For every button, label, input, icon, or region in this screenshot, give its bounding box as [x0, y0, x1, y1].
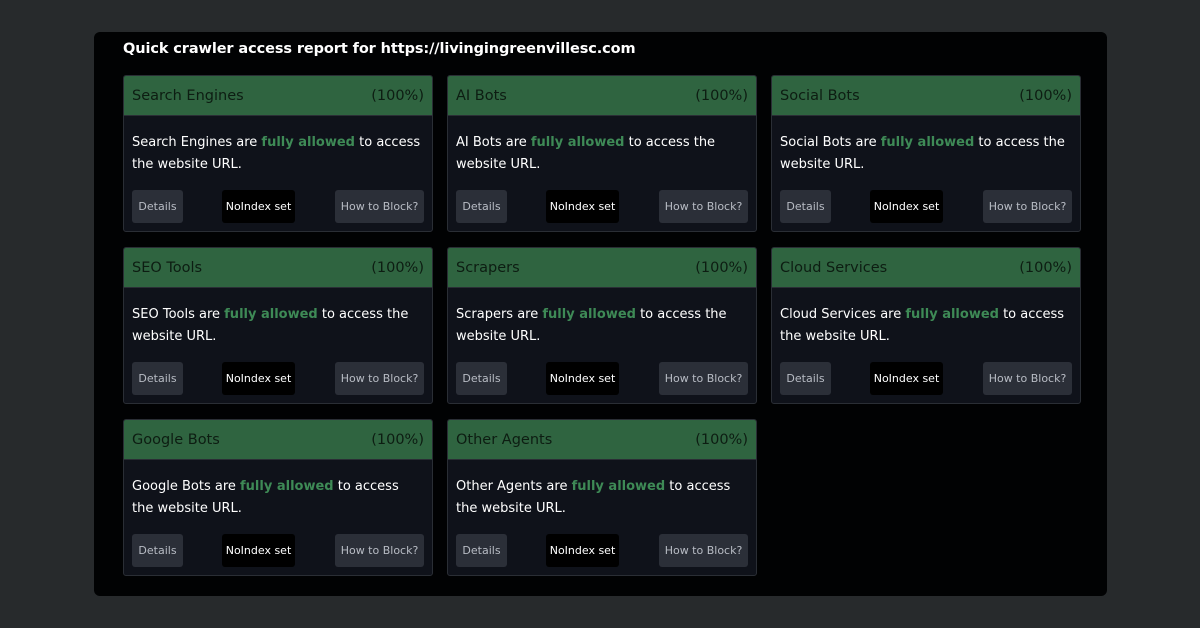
card-text-before: Scrapers are	[456, 307, 543, 322]
card-category-name: Cloud Services	[780, 259, 888, 276]
noindex-button[interactable]: NoIndex set	[870, 190, 943, 223]
how-to-block-button[interactable]: How to Block?	[335, 534, 424, 567]
noindex-button[interactable]: NoIndex set	[222, 362, 295, 395]
how-to-block-button[interactable]: How to Block?	[659, 362, 748, 395]
card-description: AI Bots are fully allowed to access the …	[448, 116, 756, 194]
crawler-card: Scrapers (100%) Scrapers are fully allow…	[447, 247, 757, 404]
crawler-card: Social Bots (100%) Social Bots are fully…	[771, 75, 1081, 232]
card-text-before: Social Bots are	[780, 135, 881, 150]
crawler-card: SEO Tools (100%) SEO Tools are fully all…	[123, 247, 433, 404]
how-to-block-button[interactable]: How to Block?	[983, 362, 1072, 395]
card-status-highlight: fully allowed	[542, 307, 636, 322]
card-header: SEO Tools (100%)	[124, 248, 432, 288]
card-header: Other Agents (100%)	[448, 420, 756, 460]
how-to-block-button[interactable]: How to Block?	[335, 362, 424, 395]
how-to-block-button[interactable]: How to Block?	[659, 534, 748, 567]
card-description: Other Agents are fully allowed to access…	[448, 460, 756, 538]
details-button[interactable]: Details	[132, 534, 183, 567]
details-button[interactable]: Details	[132, 362, 183, 395]
card-percent: (100%)	[695, 259, 748, 276]
card-actions: Details NoIndex set How to Block?	[456, 190, 748, 223]
card-actions: Details NoIndex set How to Block?	[132, 190, 424, 223]
card-text-before: Google Bots are	[132, 479, 241, 494]
card-description: Social Bots are fully allowed to access …	[772, 116, 1080, 194]
how-to-block-button[interactable]: How to Block?	[659, 190, 748, 223]
card-text-before: SEO Tools are	[132, 307, 225, 322]
report-title: Quick crawler access report for https://…	[123, 41, 636, 57]
card-actions: Details NoIndex set How to Block?	[780, 362, 1072, 395]
crawler-card: Cloud Services (100%) Cloud Services are…	[771, 247, 1081, 404]
crawler-card: AI Bots (100%) AI Bots are fully allowed…	[447, 75, 757, 232]
how-to-block-button[interactable]: How to Block?	[335, 190, 424, 223]
details-button[interactable]: Details	[132, 190, 183, 223]
card-actions: Details NoIndex set How to Block?	[456, 534, 748, 567]
details-button[interactable]: Details	[456, 190, 507, 223]
card-status-highlight: fully allowed	[905, 307, 999, 322]
noindex-button[interactable]: NoIndex set	[870, 362, 943, 395]
card-description: Scrapers are fully allowed to access the…	[448, 288, 756, 366]
details-button[interactable]: Details	[780, 362, 831, 395]
noindex-button[interactable]: NoIndex set	[222, 190, 295, 223]
card-category-name: Other Agents	[456, 431, 553, 448]
card-description: Cloud Services are fully allowed to acce…	[772, 288, 1080, 366]
card-status-highlight: fully allowed	[530, 135, 625, 150]
crawler-card: Search Engines (100%) Search Engines are…	[123, 75, 433, 232]
crawler-card-grid: Search Engines (100%) Search Engines are…	[123, 75, 1081, 576]
card-percent: (100%)	[695, 87, 748, 104]
card-text-before: Cloud Services are	[780, 307, 906, 322]
card-category-name: Google Bots	[132, 431, 220, 448]
card-status-highlight: fully allowed	[224, 307, 318, 322]
card-text-before: AI Bots are	[456, 135, 531, 150]
card-category-name: Scrapers	[456, 259, 520, 276]
card-header: Google Bots (100%)	[124, 420, 432, 460]
card-category-name: AI Bots	[456, 87, 507, 104]
card-actions: Details NoIndex set How to Block?	[456, 362, 748, 395]
card-text-before: Other Agents are	[456, 479, 572, 494]
card-status-highlight: fully allowed	[571, 479, 666, 494]
card-status-highlight: fully allowed	[261, 135, 355, 150]
card-percent: (100%)	[371, 431, 424, 448]
card-description: SEO Tools are fully allowed to access th…	[124, 288, 432, 366]
details-button[interactable]: Details	[456, 534, 507, 567]
card-header: Social Bots (100%)	[772, 76, 1080, 116]
card-header: Scrapers (100%)	[448, 248, 756, 288]
card-actions: Details NoIndex set How to Block?	[780, 190, 1072, 223]
how-to-block-button[interactable]: How to Block?	[983, 190, 1072, 223]
card-text-before: Search Engines are	[132, 135, 262, 150]
card-actions: Details NoIndex set How to Block?	[132, 534, 424, 567]
crawler-card: Google Bots (100%) Google Bots are fully…	[123, 419, 433, 576]
card-actions: Details NoIndex set How to Block?	[132, 362, 424, 395]
noindex-button[interactable]: NoIndex set	[546, 362, 619, 395]
card-status-highlight: fully allowed	[880, 135, 975, 150]
details-button[interactable]: Details	[780, 190, 831, 223]
card-percent: (100%)	[1019, 259, 1072, 276]
card-percent: (100%)	[1019, 87, 1072, 104]
card-status-highlight: fully allowed	[240, 479, 334, 494]
card-percent: (100%)	[371, 87, 424, 104]
report-panel: Quick crawler access report for https://…	[94, 32, 1107, 596]
crawler-card: Other Agents (100%) Other Agents are ful…	[447, 419, 757, 576]
noindex-button[interactable]: NoIndex set	[546, 190, 619, 223]
card-description: Search Engines are fully allowed to acce…	[124, 116, 432, 194]
card-category-name: Social Bots	[780, 87, 860, 104]
card-percent: (100%)	[371, 259, 424, 276]
card-category-name: SEO Tools	[132, 259, 203, 276]
details-button[interactable]: Details	[456, 362, 507, 395]
card-category-name: Search Engines	[132, 87, 244, 104]
card-header: Search Engines (100%)	[124, 76, 432, 116]
card-percent: (100%)	[695, 431, 748, 448]
card-header: AI Bots (100%)	[448, 76, 756, 116]
card-description: Google Bots are fully allowed to access …	[124, 460, 432, 538]
card-header: Cloud Services (100%)	[772, 248, 1080, 288]
noindex-button[interactable]: NoIndex set	[222, 534, 295, 567]
noindex-button[interactable]: NoIndex set	[546, 534, 619, 567]
